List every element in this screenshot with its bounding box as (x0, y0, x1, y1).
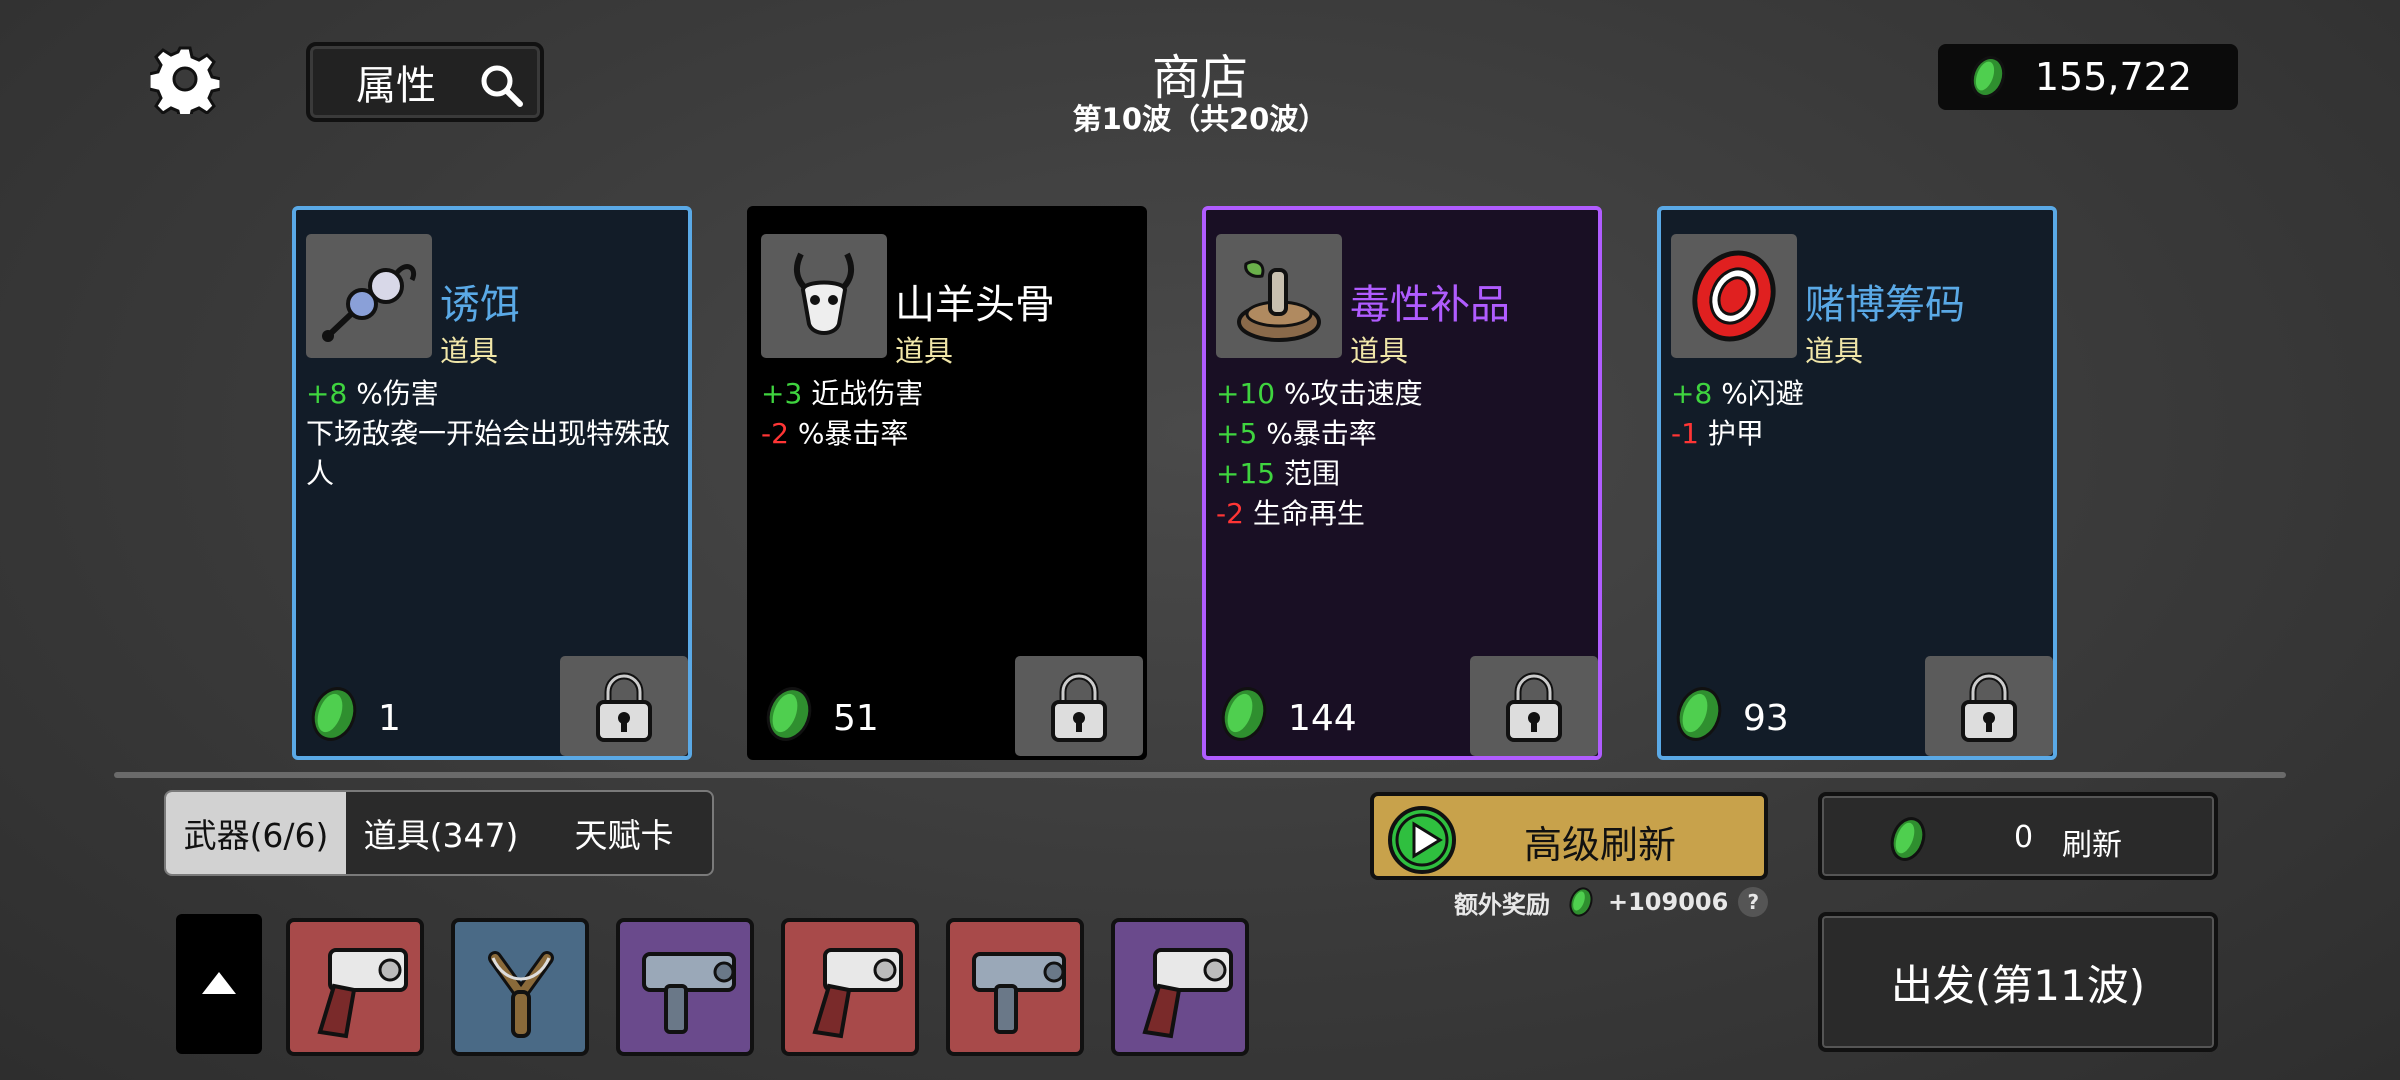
tab-talent-cards[interactable]: 天赋卡 (536, 792, 712, 874)
item-name: 山羊头骨 (895, 282, 1055, 328)
divider (114, 772, 2286, 778)
goat-skull-icon (761, 234, 887, 358)
lock-button[interactable] (560, 656, 688, 756)
stat-line: 下场敌袭一开始会出现特殊敌人 (306, 414, 676, 494)
bonus-reward: 额外奖励 +109006 ? (1454, 884, 1769, 920)
stat-text: %伤害 (356, 377, 439, 410)
toxic-supplement-icon (1216, 234, 1342, 358)
stat-line: +8 %闪避 (1671, 374, 2041, 414)
price-value: 144 (1288, 697, 1357, 739)
stat-line: +5 %暴击率 (1216, 414, 1586, 454)
weapon-slot[interactable] (946, 918, 1084, 1056)
stat-line: -2 %暴击率 (761, 414, 1131, 454)
stat-value: +8 (306, 377, 348, 410)
item-price: 51 (761, 686, 879, 746)
stat-line: +8 %伤害 (306, 374, 676, 414)
arrow-up-icon (202, 972, 236, 994)
play-ad-icon (1388, 806, 1456, 874)
refresh-label: 刷新 (2062, 828, 2122, 863)
shop-item-card[interactable]: 毒性补品 道具 +10 %攻击速度 +5 %暴击率 +15 范围 -2 生命再生 144 (1202, 206, 1602, 760)
stat-text: 范围 (1284, 457, 1341, 490)
coin-icon (761, 684, 817, 753)
price-value: 1 (378, 697, 401, 739)
stat-text: 近战伤害 (811, 377, 924, 410)
tab-items[interactable]: 道具(347) (346, 792, 536, 874)
lure-icon (306, 234, 432, 358)
stat-value: +3 (761, 377, 803, 410)
shop-item-card[interactable]: 诱饵 道具 +8 %伤害 下场敌袭一开始会出现特殊敌人 1 (292, 206, 692, 760)
item-price: 1 (306, 686, 401, 746)
coin-icon (1890, 817, 1926, 861)
item-stats: +3 近战伤害 -2 %暴击率 (761, 374, 1131, 454)
coin-icon (1569, 887, 1593, 917)
advanced-refresh-button[interactable]: 高级刷新 (1370, 792, 1768, 880)
item-price: 93 (1671, 686, 1789, 746)
weapon-slot[interactable] (286, 918, 424, 1056)
stat-value: -1 (1671, 417, 1699, 450)
item-type: 道具 (440, 334, 499, 368)
bonus-value: +109006 (1608, 888, 1729, 916)
stat-text: %暴击率 (1266, 417, 1377, 450)
item-price: 144 (1216, 686, 1357, 746)
money-display: 155,722 (1938, 44, 2238, 110)
inventory-tabs: 武器(6/6) 道具(347) 天赋卡 (164, 790, 714, 876)
stat-value: -2 (1216, 497, 1244, 530)
stat-value: +5 (1216, 417, 1258, 450)
lock-button[interactable] (1925, 656, 2053, 756)
stat-line: +3 近战伤害 (761, 374, 1131, 414)
stat-line: -1 护甲 (1671, 414, 2041, 454)
item-type: 道具 (895, 334, 954, 368)
bonus-label: 额外奖励 (1454, 890, 1550, 919)
stat-text: %暴击率 (797, 417, 909, 450)
item-name: 诱饵 (440, 282, 520, 328)
stat-line: +10 %攻击速度 (1216, 374, 1586, 414)
stat-value: +8 (1671, 377, 1713, 410)
item-name: 赌博筹码 (1805, 282, 1965, 328)
tab-weapons[interactable]: 武器(6/6) (166, 792, 346, 874)
stat-text: 生命再生 (1252, 497, 1365, 530)
expand-button[interactable] (176, 914, 262, 1054)
stat-value: +10 (1216, 377, 1276, 410)
item-stats: +8 %伤害 下场敌袭一开始会出现特殊敌人 (306, 374, 676, 494)
coin-icon (306, 684, 362, 753)
shop-item-card[interactable]: 赌博筹码 道具 +8 %闪避 -1 护甲 93 (1657, 206, 2057, 760)
refresh-button[interactable]: 0 刷新 (1818, 792, 2218, 880)
stat-text: %攻击速度 (1284, 377, 1423, 410)
coin-icon (1671, 684, 1727, 753)
advanced-refresh-label: 高级刷新 (1524, 823, 1677, 867)
lock-button[interactable] (1470, 656, 1598, 756)
coin-icon (1970, 56, 2006, 98)
item-stats: +10 %攻击速度 +5 %暴击率 +15 范围 -2 生命再生 (1216, 374, 1586, 534)
item-type: 道具 (1350, 334, 1409, 368)
stat-value: +15 (1216, 457, 1276, 490)
coin-icon (1216, 684, 1272, 753)
lock-button[interactable] (1015, 656, 1143, 756)
item-name: 毒性补品 (1350, 282, 1510, 328)
help-icon[interactable]: ? (1738, 887, 1769, 917)
stat-line: +15 范围 (1216, 454, 1586, 494)
weapon-slot[interactable] (451, 918, 589, 1056)
shop-item-card[interactable]: 山羊头骨 道具 +3 近战伤害 -2 %暴击率 51 (747, 206, 1147, 760)
price-value: 93 (1743, 697, 1789, 739)
item-type: 道具 (1805, 334, 1864, 368)
weapon-slot[interactable] (1111, 918, 1249, 1056)
item-stats: +8 %闪避 -1 护甲 (1671, 374, 2041, 454)
price-value: 51 (833, 697, 879, 739)
weapon-slot[interactable] (781, 918, 919, 1056)
start-next-wave-button[interactable]: 出发(第11波) (1818, 912, 2218, 1052)
refresh-cost: 0 (2014, 820, 2034, 855)
stat-value: -2 (761, 417, 789, 450)
poker-chip-icon (1671, 234, 1797, 358)
stat-text: %闪避 (1721, 377, 1804, 410)
weapon-slot[interactable] (616, 918, 754, 1056)
stat-text: 护甲 (1707, 417, 1764, 450)
stat-line: -2 生命再生 (1216, 494, 1586, 534)
money-amount: 155,722 (2034, 55, 2192, 99)
stat-text: 下场敌袭一开始会出现特殊敌人 (306, 417, 671, 490)
